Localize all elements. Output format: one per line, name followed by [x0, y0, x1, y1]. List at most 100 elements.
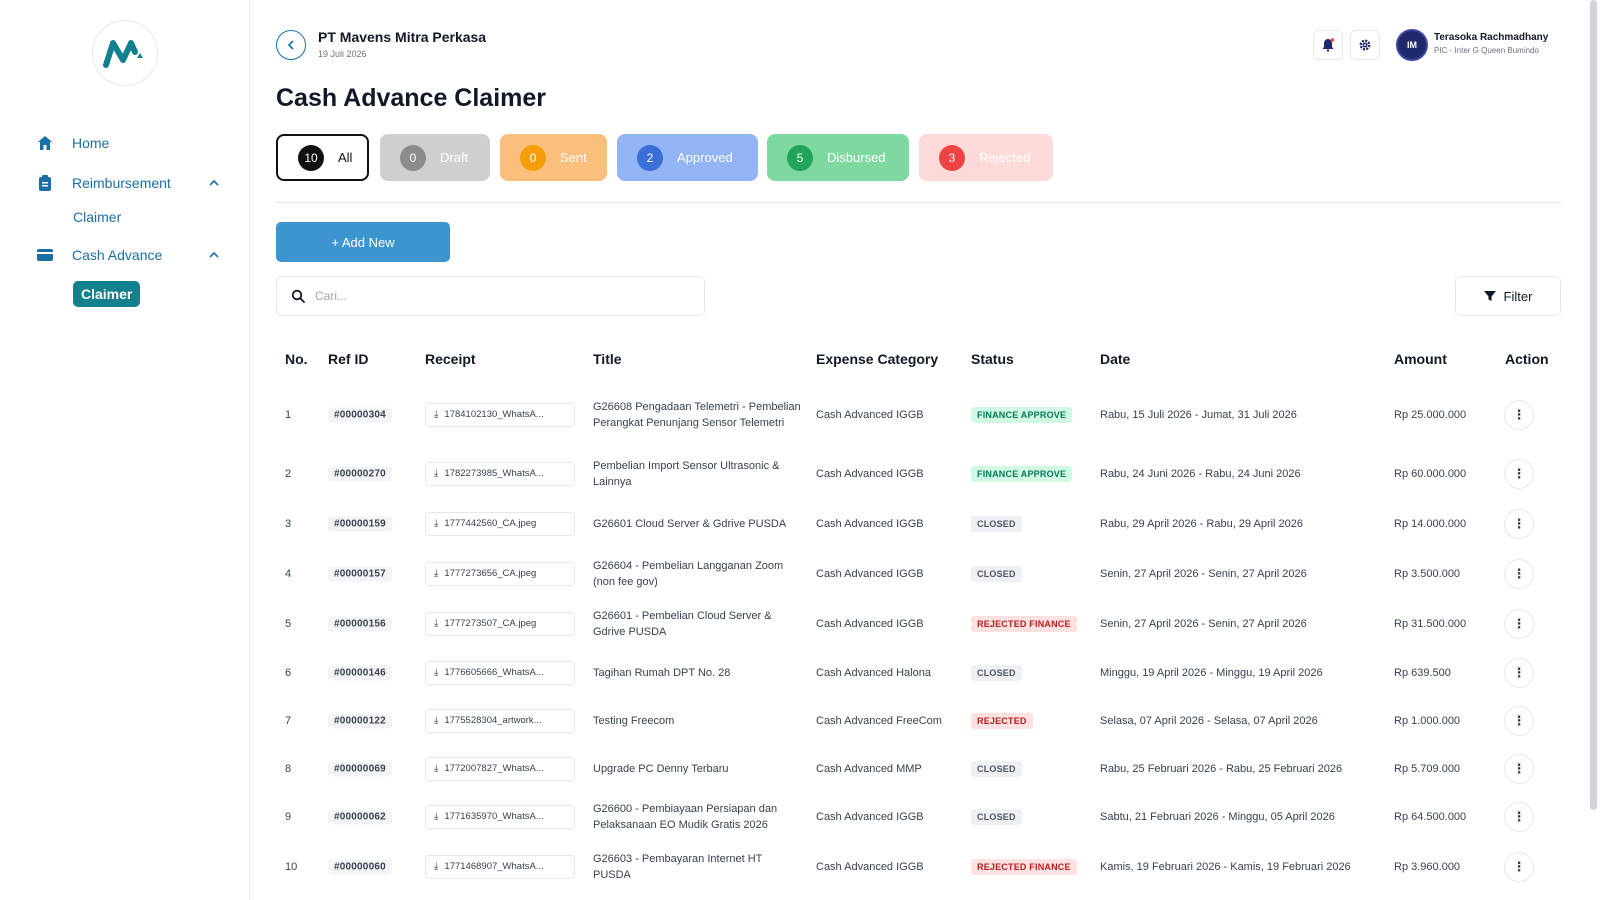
- receipt-download-button[interactable]: ⤓ 1777442560_CA.jpeg: [425, 512, 575, 536]
- amount-cell: Rp 1.000.000: [1394, 715, 1461, 727]
- amount-cell: Rp 3.500.000: [1394, 568, 1461, 580]
- receipt-download-button[interactable]: ⤓ 1776605666_WhatsA...: [425, 661, 575, 685]
- ref-id-cell: #00000122: [328, 713, 418, 730]
- tab-sent[interactable]: 0 Sent: [500, 134, 607, 181]
- table-row[interactable]: 10 #00000060 ⤓ 1771468907_WhatsA... G26603 -…: [276, 842, 1561, 892]
- search-icon: [291, 289, 305, 303]
- status-badge: FINANCE APPROVE: [971, 407, 1073, 423]
- more-options-icon[interactable]: ⋮: [1504, 509, 1534, 539]
- filter-button[interactable]: Filter: [1455, 276, 1561, 316]
- category-cell: Cash Advanced Halona: [816, 667, 931, 679]
- filter-icon: [1483, 291, 1496, 301]
- more-options-icon[interactable]: ⋮: [1504, 754, 1534, 784]
- download-icon: ⤓: [434, 468, 439, 479]
- title-cell: G26604 - Pembelian Langganan Zoom (non f…: [593, 560, 784, 588]
- sidebar-item-label: Home: [72, 135, 110, 151]
- more-options-icon[interactable]: ⋮: [1504, 459, 1534, 489]
- col-header-ref-id: Ref ID: [328, 351, 369, 367]
- action-cell: ⋮: [1504, 852, 1544, 882]
- category-cell: Cash Advanced IGGB: [816, 518, 924, 530]
- more-options-icon[interactable]: ⋮: [1504, 802, 1534, 832]
- table-row[interactable]: 9 #00000062 ⤓ 1771635970_WhatsA... G26600 - …: [276, 792, 1561, 842]
- tab-count: 5: [787, 144, 813, 171]
- search-box[interactable]: [276, 276, 705, 316]
- tab-approved[interactable]: 2 Approved: [617, 134, 758, 181]
- date-cell: Rabu, 15 Juli 2026 - Jumat, 31 Juli 2026: [1100, 409, 1297, 421]
- tab-disbursed[interactable]: 5 Disbursed: [767, 134, 909, 181]
- date-cell: Senin, 27 April 2026 - Senin, 27 April 2…: [1100, 618, 1307, 630]
- sidebar-item-reimbursement[interactable]: Reimbursement: [36, 171, 219, 195]
- sidebar-subitem-reimbursement-claimer[interactable]: Claimer: [73, 209, 121, 225]
- download-icon: ⤓: [434, 618, 439, 629]
- receipt-download-button[interactable]: ⤓ 1784102130_WhatsA...: [425, 403, 575, 427]
- sidebar-item-home[interactable]: Home: [36, 131, 109, 155]
- more-options-icon[interactable]: ⋮: [1504, 706, 1534, 736]
- tab-draft[interactable]: 0 Draft: [380, 134, 490, 181]
- ref-id-cell: #00000157: [328, 566, 418, 583]
- chevron-left-icon: [287, 40, 294, 50]
- chevron-up-icon[interactable]: [206, 175, 222, 191]
- table-row[interactable]: 3 #00000159 ⤓ 1777442560_CA.jpeg G26601 Clou…: [276, 499, 1561, 549]
- notification-button[interactable]: [1313, 30, 1343, 60]
- receipt-download-button[interactable]: ⤓ 1775528304_artwork...: [425, 709, 575, 733]
- col-header-amount: Amount: [1394, 351, 1447, 367]
- back-button[interactable]: [276, 30, 306, 60]
- more-options-icon[interactable]: ⋮: [1504, 609, 1534, 639]
- receipt-download-button[interactable]: ⤓ 1771468907_WhatsA...: [425, 855, 575, 879]
- ref-id: #00000062: [328, 809, 392, 825]
- download-icon: ⤓: [434, 763, 439, 774]
- amount-cell: Rp 31.500.000: [1394, 618, 1467, 630]
- ref-id-cell: #00000159: [328, 516, 418, 533]
- no-cell: 9: [285, 811, 292, 823]
- receipt-download-button[interactable]: ⤓ 1777273507_CA.jpeg: [425, 612, 575, 636]
- app-logo[interactable]: [92, 20, 158, 86]
- download-icon: ⤓: [434, 568, 439, 579]
- title-cell: G26601 Cloud Server & Gdrive PUSDA: [593, 518, 787, 530]
- table-row[interactable]: 5 #00000156 ⤓ 1777273507_CA.jpeg G26601 - Pe…: [276, 599, 1561, 649]
- more-options-icon[interactable]: ⋮: [1504, 559, 1534, 589]
- status-cell: FINANCE APPROVE: [971, 407, 1091, 423]
- chevron-up-icon[interactable]: [206, 247, 222, 263]
- receipt-download-button[interactable]: ⤓ 1771635970_WhatsA...: [425, 805, 575, 829]
- scrollbar[interactable]: [1590, 0, 1597, 810]
- table-row[interactable]: 1 #00000304 ⤓ 1784102130_WhatsA... G26608 Pe…: [276, 390, 1561, 440]
- table-row[interactable]: 4 #00000157 ⤓ 1777273656_CA.jpeg G26604 - Pe…: [276, 549, 1561, 599]
- status-cell: CLOSED: [971, 809, 1091, 825]
- col-header-status: Status: [971, 351, 1014, 367]
- sidebar: Home Reimbursement Claimer Cash Advance …: [0, 0, 250, 900]
- status-badge: CLOSED: [971, 516, 1022, 532]
- sidebar-item-cash-advance[interactable]: Cash Advance: [36, 243, 219, 267]
- receipt-cell: ⤓ 1771468907_WhatsA...: [425, 855, 585, 879]
- download-icon: ⤓: [434, 715, 439, 726]
- logo-mark-icon: [103, 40, 143, 68]
- status-cell: CLOSED: [971, 761, 1091, 777]
- table-row[interactable]: 8 #00000069 ⤓ 1772007827_WhatsA... Upgrade P…: [276, 744, 1561, 794]
- table-row[interactable]: 2 #00000270 ⤓ 1782273985_WhatsA... Pembelian…: [276, 449, 1561, 499]
- amount-cell: Rp 60.000.000: [1394, 468, 1467, 480]
- more-options-icon[interactable]: ⋮: [1504, 400, 1534, 430]
- more-options-icon[interactable]: ⋮: [1504, 658, 1534, 688]
- sidebar-subitem-cash-advance-claimer[interactable]: Claimer: [73, 281, 141, 307]
- download-icon: ⤓: [434, 811, 439, 822]
- col-header-expense-category: Expense Category: [816, 351, 939, 367]
- tab-rejected[interactable]: 3 Rejected: [919, 134, 1053, 181]
- table-row[interactable]: 6 #00000146 ⤓ 1776605666_WhatsA... Tagihan R…: [276, 648, 1561, 698]
- action-cell: ⋮: [1504, 509, 1544, 539]
- ref-id-cell: #00000062: [328, 809, 418, 826]
- more-options-icon[interactable]: ⋮: [1504, 852, 1534, 882]
- date-cell: Selasa, 07 April 2026 - Selasa, 07 April…: [1100, 715, 1318, 727]
- receipt-cell: ⤓ 1772007827_WhatsA...: [425, 757, 585, 781]
- receipt-download-button[interactable]: ⤓ 1772007827_WhatsA...: [425, 757, 575, 781]
- avatar[interactable]: IM: [1396, 29, 1428, 61]
- search-input[interactable]: [315, 289, 675, 303]
- tab-all[interactable]: 10 All: [276, 134, 369, 181]
- receipt-download-button[interactable]: ⤓ 1777273656_CA.jpeg: [425, 562, 575, 586]
- receipt-download-button[interactable]: ⤓ 1782273985_WhatsA...: [425, 462, 575, 486]
- title-cell: Tagihan Rumah DPT No. 28: [593, 667, 731, 679]
- tab-label: Draft: [440, 150, 469, 165]
- status-badge: CLOSED: [971, 665, 1022, 681]
- table-row[interactable]: 7 #00000122 ⤓ 1775528304_artwork... Testing …: [276, 696, 1561, 746]
- settings-button[interactable]: [1350, 30, 1380, 60]
- add-new-button[interactable]: + Add New: [276, 222, 450, 262]
- date-cell: Rabu, 24 Juni 2026 - Rabu, 24 Juni 2026: [1100, 468, 1301, 480]
